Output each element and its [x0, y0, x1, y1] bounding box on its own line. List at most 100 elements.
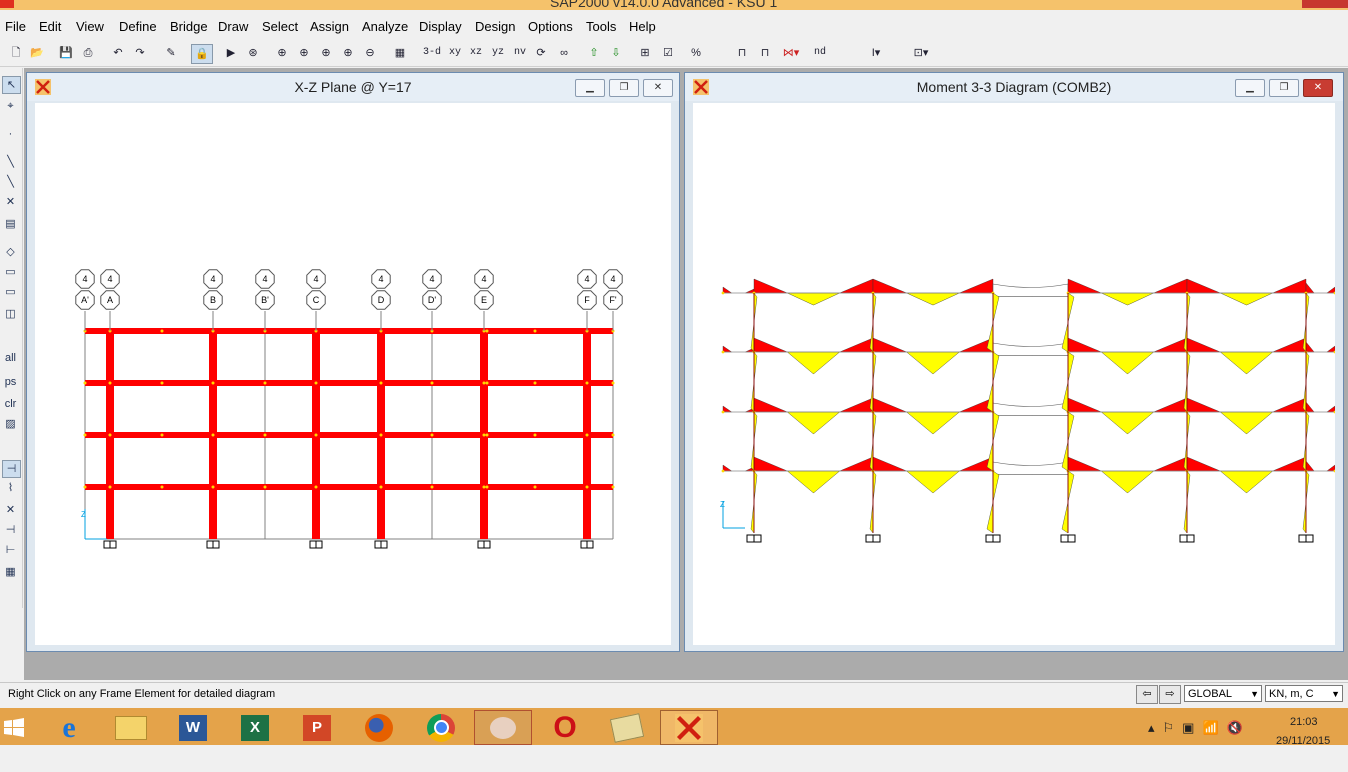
opera-icon[interactable]: O	[536, 710, 594, 745]
sap2000-app-icon[interactable]	[0, 0, 14, 8]
units-select[interactable]: KN, m, C ▼	[1265, 685, 1343, 702]
text-icon[interactable]: I▾	[864, 44, 888, 62]
xz-plane-window-caption[interactable]: X-Z Plane @ Y=17 ▁ ❐ ✕	[27, 73, 679, 101]
reshape-icon[interactable]: ⌖	[2, 98, 19, 114]
check-icon[interactable]: ☑	[660, 44, 676, 62]
zoom-in-icon[interactable]: ⊕	[340, 44, 356, 62]
redo-icon[interactable]: ↷	[132, 44, 148, 62]
quick-area-icon[interactable]: ▭	[2, 284, 19, 300]
xz-plane-window[interactable]: X-Z Plane @ Y=17 ▁ ❐ ✕ 4 A' 4 A 4 B 4 B' 4 C 4 D 4 D'…	[26, 72, 680, 652]
percent-icon[interactable]: %	[688, 44, 704, 62]
pointer-icon[interactable]: ↖	[2, 76, 21, 94]
brace-icon[interactable]: ⋈▾	[779, 44, 803, 62]
menu-assign[interactable]: Assign	[310, 19, 349, 34]
open-file-icon[interactable]: 📂	[29, 44, 45, 62]
xz-plane-canvas[interactable]: 4 A' 4 A 4 B 4 B' 4 C 4 D 4 D' 4 E 4 F 4 F' Z	[35, 103, 671, 645]
powerpoint-icon[interactable]: P	[288, 710, 346, 745]
firefox-icon[interactable]	[350, 710, 408, 745]
restore-button[interactable]: ❐	[1269, 79, 1299, 97]
start-button[interactable]	[0, 710, 28, 745]
moment-diagram-canvas[interactable]: Z	[693, 103, 1337, 645]
frame-model-drawing[interactable]: 4 A' 4 A 4 B 4 B' 4 C 4 D 4 D' 4 E 4 F 4 F' Z	[35, 103, 671, 645]
zoom-window-icon[interactable]: ⊕	[274, 44, 290, 62]
zoom-previous-icon[interactable]: ⊕	[318, 44, 334, 62]
view-nv-button[interactable]: nv	[511, 44, 529, 62]
rotate-icon[interactable]: ⟳	[533, 44, 549, 62]
quick-frame-icon[interactable]: ╲	[2, 174, 19, 190]
select-all-button[interactable]: all	[2, 350, 19, 366]
snap-intersection-icon[interactable]: ✕	[2, 502, 19, 518]
menu-tools[interactable]: Tools	[586, 19, 616, 34]
move-down-icon[interactable]: ⇩	[608, 44, 624, 62]
menu-edit[interactable]: Edit	[39, 19, 61, 34]
folder-icon[interactable]	[598, 710, 656, 745]
shrink-icon[interactable]: ▦	[392, 44, 408, 62]
snap-grid-icon[interactable]: ▦	[2, 564, 19, 580]
moment-diagram-drawing[interactable]: Z	[693, 103, 1337, 645]
menu-select[interactable]: Select	[262, 19, 298, 34]
view-3d-button[interactable]: 3-d	[421, 44, 443, 62]
moment-diagram-window-caption[interactable]: Moment 3-3 Diagram (COMB2) ▁ ❐ ✕	[685, 73, 1343, 101]
draw-link-icon[interactable]: ▤	[2, 216, 19, 232]
previous-view-button[interactable]: ⇦	[1136, 685, 1158, 704]
perspective-icon[interactable]: ∞	[555, 44, 573, 62]
zoom-restore-icon[interactable]: ⊕	[296, 44, 312, 62]
quick-brace-icon[interactable]: ✕	[2, 194, 19, 210]
nd-button[interactable]: nd	[811, 44, 829, 62]
minimize-button[interactable]: ▁	[575, 79, 605, 97]
select-all-icon[interactable]: ⊞	[637, 44, 653, 62]
internet-explorer-icon[interactable]: e	[40, 710, 98, 745]
chrome-icon[interactable]	[412, 710, 470, 745]
system-tray-icons[interactable]: ▴⚐▣📶🔇	[1148, 720, 1268, 757]
snap-perpendicular-icon[interactable]: ⊣	[2, 522, 19, 538]
close-app-button[interactable]	[1302, 0, 1348, 8]
snap-lines-icon[interactable]: ⊢	[2, 542, 19, 558]
lock-icon[interactable]: 🔒	[191, 44, 213, 64]
moment-diagram-window[interactable]: Moment 3-3 Diagram (COMB2) ▁ ❐ ✕ Z	[684, 72, 1344, 652]
pencil-icon[interactable]: ✎	[163, 44, 179, 62]
excel-icon[interactable]: X	[226, 710, 284, 745]
menu-view[interactable]: View	[76, 19, 104, 34]
save-icon[interactable]: 💾	[58, 44, 74, 62]
word-icon[interactable]: W	[164, 710, 222, 745]
frame-icon[interactable]: ⊓	[733, 44, 751, 62]
paint-icon[interactable]	[474, 710, 532, 745]
snap-ends-icon[interactable]: ⌇	[2, 480, 19, 496]
menu-draw[interactable]: Draw	[218, 19, 248, 34]
clock-date[interactable]: 29/11/2015	[1276, 735, 1330, 772]
menu-file[interactable]: File	[5, 19, 26, 34]
minimize-button[interactable]: ▁	[1235, 79, 1265, 97]
draw-poly-area-icon[interactable]: ◇	[2, 244, 19, 260]
zoom-out-icon[interactable]: ⊖	[362, 44, 378, 62]
view-yz-button[interactable]: yz	[489, 44, 507, 62]
pan-icon[interactable]: ⊛	[245, 44, 261, 62]
next-view-button[interactable]: ⇨	[1159, 685, 1181, 704]
draw-rect-area-icon[interactable]: ▭	[2, 264, 19, 280]
snap-points-icon[interactable]: ⊣	[2, 460, 21, 478]
run-analysis-icon[interactable]: ▶	[224, 44, 238, 62]
close-button[interactable]: ✕	[643, 79, 673, 97]
menu-options[interactable]: Options	[528, 19, 573, 34]
view-xy-button[interactable]: xy	[446, 44, 464, 62]
menu-bridge[interactable]: Bridge	[170, 19, 208, 34]
undo-icon[interactable]: ↶	[110, 44, 126, 62]
close-button[interactable]: ✕	[1303, 79, 1333, 97]
draw-solid-icon[interactable]: ◫	[2, 306, 19, 322]
sap2000-taskbar-icon[interactable]	[660, 710, 718, 745]
draw-frame-icon[interactable]: ╲	[2, 154, 19, 170]
menu-help[interactable]: Help	[629, 19, 656, 34]
print-icon[interactable]: ⎙	[80, 44, 96, 62]
file-explorer-icon[interactable]	[102, 710, 160, 745]
clear-selection-button[interactable]: clr	[2, 396, 19, 412]
menu-analyze[interactable]: Analyze	[362, 19, 408, 34]
coord-system-select[interactable]: GLOBAL ▼	[1184, 685, 1262, 702]
restore-button[interactable]: ❐	[609, 79, 639, 97]
draw-point-icon[interactable]: ·	[2, 126, 19, 142]
display-options-icon[interactable]: ⊡▾	[906, 44, 936, 62]
previous-selection-button[interactable]: ps	[2, 374, 19, 390]
hatch-icon[interactable]: ▨	[2, 416, 19, 432]
view-xz-button[interactable]: xz	[467, 44, 485, 62]
menu-design[interactable]: Design	[475, 19, 515, 34]
menu-display[interactable]: Display	[419, 19, 462, 34]
menu-define[interactable]: Define	[119, 19, 157, 34]
